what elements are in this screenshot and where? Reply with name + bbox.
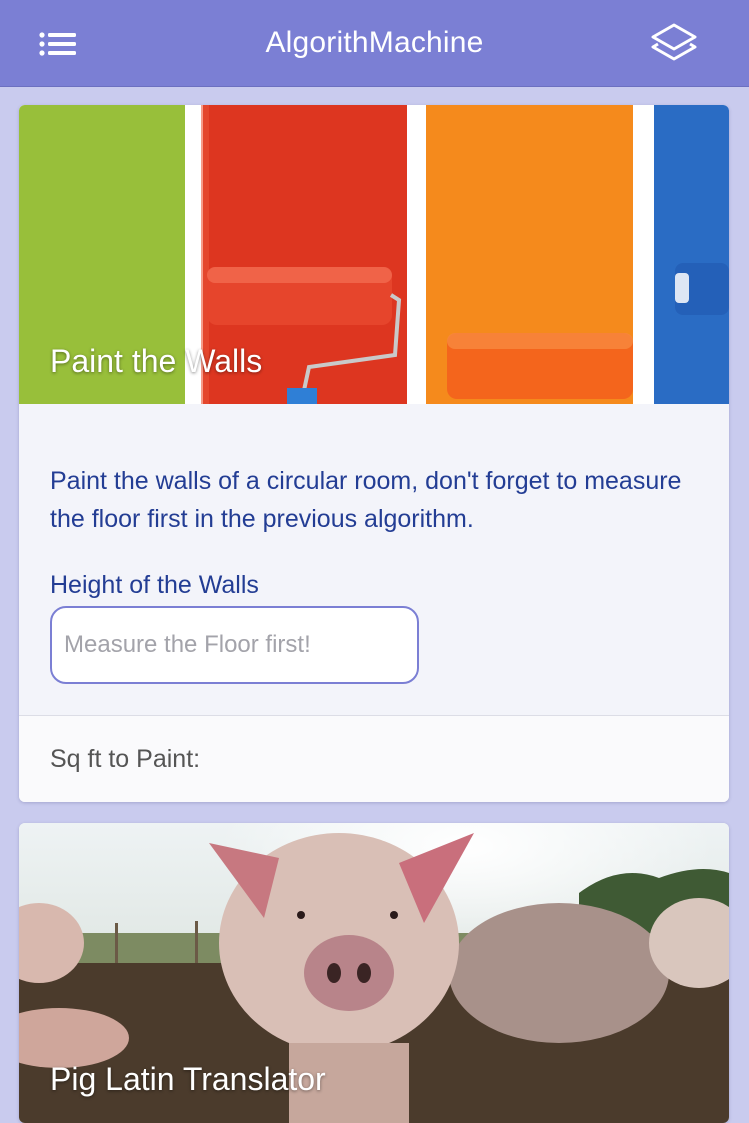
paint-walls-card: Paint the Walls Paint the walls of a cir… — [19, 105, 729, 802]
card-title: Pig Latin Translator — [50, 1061, 326, 1097]
height-input[interactable] — [50, 606, 419, 684]
app-title: AlgorithMachine — [265, 26, 484, 59]
pigs-image: Pig Latin Translator — [19, 823, 729, 1123]
height-label: Height of the Walls — [50, 571, 259, 599]
pig-latin-card[interactable]: Pig Latin Translator — [19, 823, 729, 1123]
navbar: AlgorithMachine — [0, 0, 749, 87]
layers-icon — [651, 23, 697, 61]
layers-button[interactable] — [650, 22, 698, 66]
card-title: Paint the Walls — [50, 343, 263, 379]
card-description: Paint the walls of a circular room, don'… — [50, 467, 682, 533]
paint-rollers-image: Paint the Walls — [19, 105, 729, 404]
sqft-result-label: Sq ft to Paint: — [50, 745, 201, 773]
